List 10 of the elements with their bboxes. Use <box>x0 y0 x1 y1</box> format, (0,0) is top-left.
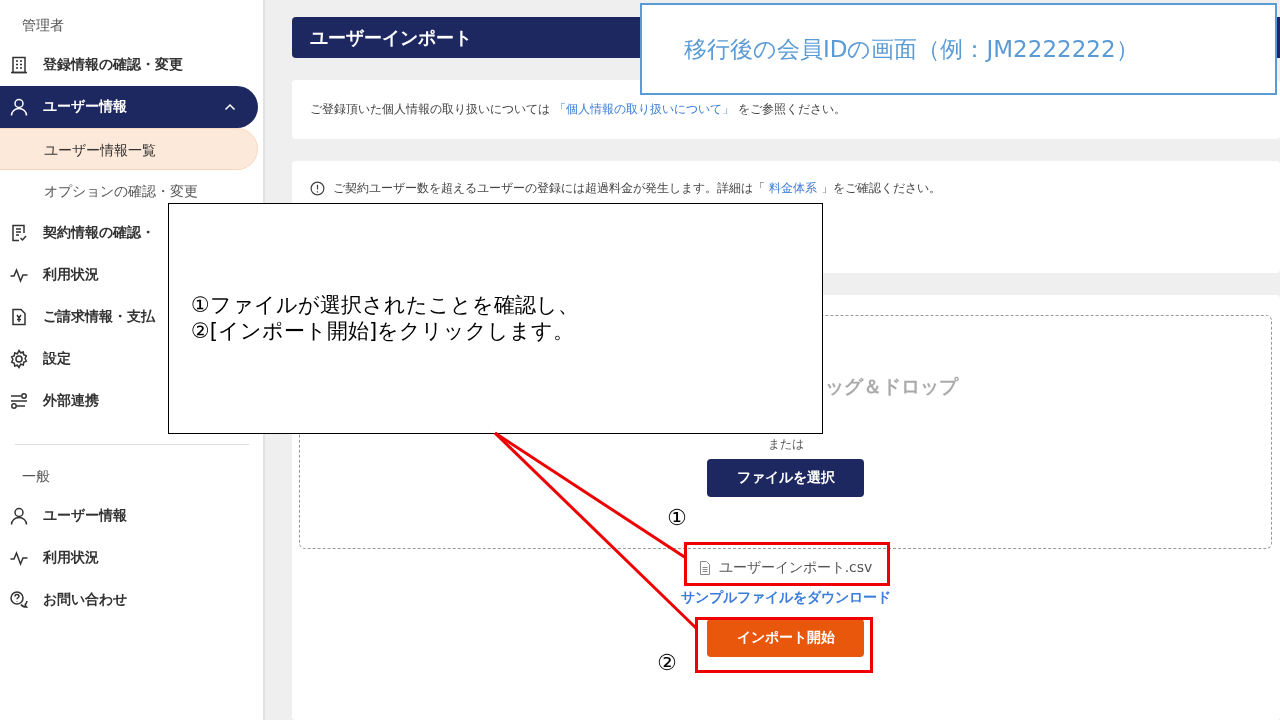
step-marker: ② <box>657 652 677 674</box>
caption-box: 移行後の会員IDの画面（例：JM2222222） <box>640 3 1277 95</box>
or-text: または <box>767 436 804 453</box>
callout-text: ①ファイルが選択されたことを確認し、 ②[インポート開始]をクリックします。 <box>191 293 579 344</box>
step-marker: ① <box>667 507 687 529</box>
section-heading: 管理者 <box>21 16 65 35</box>
drop-zone-title: ッグ＆ドロップ <box>825 374 958 399</box>
file-name: ユーザーインポート.csv <box>718 559 873 577</box>
section-heading: 一般 <box>21 467 51 486</box>
fee-notice: ご契約ユーザー数を超えるユーザーの登録には超過料金が発生します。詳細は「 料金体系 」をご確認ください。 <box>333 180 941 197</box>
